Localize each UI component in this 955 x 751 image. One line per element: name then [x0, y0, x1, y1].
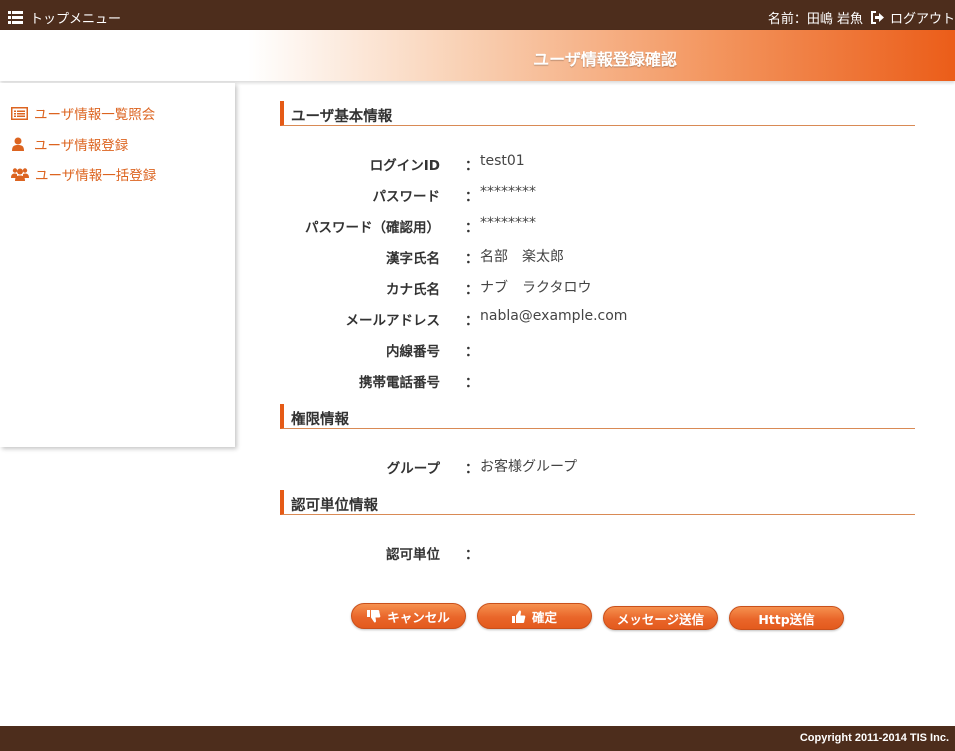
colon: ：: [465, 344, 479, 360]
thumbs-down-icon: [367, 609, 381, 623]
row-kana-name: カナ氏名 ： ナブ ラクタロウ: [250, 275, 900, 298]
field-value: ナブ ラクタロウ: [480, 280, 592, 296]
list-menu-icon: [8, 11, 23, 24]
section-auth-unit-info: 認可単位情報: [280, 490, 915, 515]
colon: ：: [465, 282, 479, 298]
row-login-id: ログインID ： test01: [250, 151, 900, 174]
sidebar-item-label: ユーザ情報一括登録: [35, 168, 157, 184]
copyright-text: Copyright 2011-2014 TIS Inc.: [799, 732, 949, 744]
section-permission-info: 権限情報: [280, 404, 915, 429]
http-send-button[interactable]: Http送信: [729, 606, 844, 630]
users-icon: [11, 168, 29, 181]
row-extension: 内線番号 ：: [250, 337, 900, 360]
cancel-label: キャンセル: [387, 609, 450, 625]
http-send-label: Http送信: [758, 611, 815, 627]
title-band: ユーザ情報登録確認: [0, 30, 955, 81]
cancel-button[interactable]: キャンセル: [351, 603, 466, 629]
field-label: パスワード（確認用）: [305, 220, 440, 236]
field-value: お客様グループ: [480, 459, 578, 475]
field-value: test01: [480, 153, 525, 169]
row-password: パスワード ： ********: [250, 182, 900, 205]
colon: ：: [465, 158, 479, 174]
colon: ：: [465, 375, 479, 391]
colon: ：: [465, 220, 479, 236]
top-nav-bar: トップメニュー 名前：田嶋 岩魚 ログアウト: [0, 0, 955, 30]
colon: ：: [465, 461, 479, 477]
row-auth-unit: 認可単位 ：: [250, 540, 900, 563]
thumbs-up-icon: [511, 609, 526, 623]
section-title: 認可単位情報: [291, 498, 378, 514]
list-icon: [11, 106, 28, 120]
row-email: メールアドレス ： nabla@example.com: [250, 306, 900, 329]
top-menu-link[interactable]: トップメニュー: [8, 8, 121, 27]
logout-label: ログアウト: [889, 12, 955, 27]
logout-icon: [870, 11, 884, 24]
field-value: ********: [480, 215, 536, 231]
colon: ：: [465, 251, 479, 267]
user-area: 名前：田嶋 岩魚 ログアウト: [768, 8, 955, 27]
colon: ：: [465, 313, 479, 329]
colon: ：: [465, 189, 479, 205]
row-password-confirm: パスワード（確認用） ： ********: [250, 213, 900, 236]
logout-link[interactable]: ログアウト: [870, 8, 955, 27]
sidebar-item-label: ユーザ情報一覧照会: [34, 107, 156, 123]
user-name: 名前：田嶋 岩魚: [767, 12, 863, 27]
field-label: 携帯電話番号: [359, 375, 440, 391]
message-send-label: メッセージ送信: [616, 611, 705, 627]
section-title: ユーザ基本情報: [291, 109, 393, 125]
sidebar-item-user-list[interactable]: ユーザ情報一覧照会: [11, 103, 155, 123]
user-icon: [12, 137, 24, 151]
message-send-button[interactable]: メッセージ送信: [603, 606, 718, 630]
field-label: パスワード: [372, 189, 441, 205]
field-label: グループ: [386, 461, 440, 477]
row-kanji-name: 漢字氏名 ： 名部 楽太郎: [250, 244, 900, 267]
section-basic-info: ユーザ基本情報: [280, 101, 915, 126]
confirm-label: 確定: [531, 609, 557, 625]
section-title: 権限情報: [291, 412, 349, 428]
field-label: 漢字氏名: [386, 251, 440, 267]
sidebar: ユーザ情報一覧照会 ユーザ情報登録 ユーザ情報一括登録: [0, 83, 235, 447]
field-label: 内線番号: [386, 344, 440, 360]
row-group: グループ ： お客様グループ: [250, 454, 900, 477]
field-label: メールアドレス: [345, 313, 441, 329]
field-value: nabla@example.com: [480, 308, 628, 324]
colon: ：: [465, 547, 479, 563]
sidebar-item-user-register[interactable]: ユーザ情報登録: [11, 134, 128, 154]
footer: Copyright 2011-2014 TIS Inc.: [0, 726, 955, 751]
row-mobile: 携帯電話番号 ：: [250, 368, 900, 391]
confirm-button[interactable]: 確定: [477, 603, 592, 629]
field-label: 認可単位: [386, 547, 440, 563]
field-value: 名部 楽太郎: [480, 249, 564, 265]
sidebar-item-user-bulk-register[interactable]: ユーザ情報一括登録: [11, 164, 156, 184]
page-title: ユーザ情報登録確認: [533, 50, 677, 69]
sidebar-item-label: ユーザ情報登録: [34, 138, 129, 154]
top-menu-label: トップメニュー: [30, 12, 122, 27]
field-label: ログインID: [369, 158, 440, 174]
field-value: ********: [480, 184, 536, 200]
field-label: カナ氏名: [386, 282, 440, 298]
